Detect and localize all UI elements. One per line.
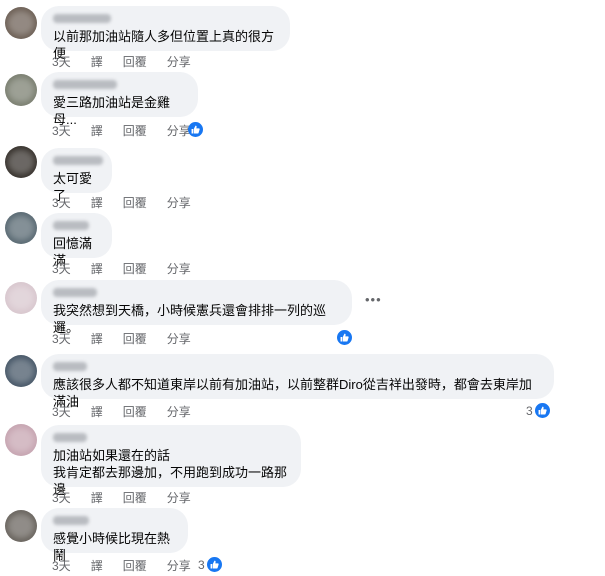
comment-actions: 3天 譯 回覆 分享: [52, 557, 211, 573]
like-icon: [337, 330, 352, 345]
share-link[interactable]: 分享: [167, 403, 191, 420]
reply-link[interactable]: 回覆: [123, 330, 147, 347]
translate-link[interactable]: 譯: [91, 330, 103, 347]
reply-link[interactable]: 回覆: [123, 53, 147, 70]
comment-actions: 3天 譯 回覆 分享: [52, 260, 211, 276]
translate-link[interactable]: 譯: [91, 194, 103, 211]
avatar[interactable]: [5, 282, 37, 314]
timestamp[interactable]: 3天: [52, 403, 71, 420]
avatar[interactable]: [5, 7, 37, 39]
timestamp[interactable]: 3天: [52, 260, 71, 277]
like-icon: [534, 403, 550, 418]
translate-link[interactable]: 譯: [91, 260, 103, 277]
reply-link[interactable]: 回覆: [123, 122, 147, 139]
avatar[interactable]: [5, 355, 37, 387]
reaction[interactable]: [186, 122, 203, 137]
comment-bubble: 回憶滿滿: [41, 213, 112, 268]
share-link[interactable]: 分享: [167, 260, 191, 277]
reply-link[interactable]: 回覆: [123, 194, 147, 211]
share-link[interactable]: 分享: [167, 194, 191, 211]
avatar[interactable]: [5, 424, 37, 456]
translate-link[interactable]: 譯: [91, 489, 103, 506]
comment-bubble: 太可愛了: [41, 148, 112, 203]
comment-bubble: 以前那加油站隨人多但位置上真的很方便: [41, 6, 290, 61]
timestamp[interactable]: 3天: [52, 330, 71, 347]
share-link[interactable]: 分享: [167, 330, 191, 347]
author-name[interactable]: [53, 80, 117, 89]
share-link[interactable]: 分享: [167, 53, 191, 70]
avatar[interactable]: [5, 146, 37, 178]
avatar[interactable]: [5, 510, 37, 542]
reaction[interactable]: 3: [198, 557, 222, 572]
author-name[interactable]: [53, 221, 89, 230]
reaction-count: 3: [526, 403, 533, 418]
comment-bubble: 我突然想到天橋，小時候憲兵還會排排一列的巡邏。: [41, 280, 352, 335]
avatar[interactable]: [5, 212, 37, 244]
timestamp[interactable]: 3天: [52, 489, 71, 506]
author-name[interactable]: [53, 288, 97, 297]
reaction[interactable]: [335, 330, 352, 345]
comment-actions: 3天 譯 回覆 分享: [52, 403, 211, 419]
author-name[interactable]: [53, 156, 103, 165]
reaction[interactable]: 3: [526, 403, 550, 418]
like-icon: [206, 557, 222, 572]
reply-link[interactable]: 回覆: [123, 489, 147, 506]
timestamp[interactable]: 3天: [52, 53, 71, 70]
comment-bubble: 感覺小時候比現在熱鬧: [41, 508, 188, 563]
comment-bubble: 加油站如果還在的話 我肯定都去那邊加，不用跑到成功一路那邊: [41, 425, 301, 497]
author-name[interactable]: [53, 516, 89, 525]
reply-link[interactable]: 回覆: [123, 403, 147, 420]
comment-bubble: 愛三路加油站是金雞母...: [41, 72, 198, 127]
comment-bubble: 應該很多人都不知道東岸以前有加油站，以前整群Diro從吉祥出發時，都會去東岸加滿…: [41, 354, 554, 409]
like-icon: [188, 122, 203, 137]
author-name[interactable]: [53, 14, 111, 23]
share-link[interactable]: 分享: [167, 489, 191, 506]
share-link[interactable]: 分享: [167, 557, 191, 574]
translate-link[interactable]: 譯: [91, 53, 103, 70]
reply-link[interactable]: 回覆: [123, 557, 147, 574]
timestamp[interactable]: 3天: [52, 194, 71, 211]
reply-link[interactable]: 回覆: [123, 260, 147, 277]
more-options-icon[interactable]: •••: [365, 292, 382, 307]
comment-actions: 3天 譯 回覆 分享: [52, 194, 211, 210]
timestamp[interactable]: 3天: [52, 122, 71, 139]
comment-actions: 3天 譯 回覆 分享: [52, 53, 211, 69]
comment-actions: 3天 譯 回覆 分享: [52, 489, 211, 505]
author-name[interactable]: [53, 362, 87, 371]
author-name[interactable]: [53, 433, 87, 442]
comment-actions: 3天 譯 回覆 分享: [52, 330, 211, 346]
reaction-count: 3: [198, 557, 205, 572]
timestamp[interactable]: 3天: [52, 557, 71, 574]
translate-link[interactable]: 譯: [91, 557, 103, 574]
translate-link[interactable]: 譯: [91, 122, 103, 139]
avatar[interactable]: [5, 74, 37, 106]
translate-link[interactable]: 譯: [91, 403, 103, 420]
